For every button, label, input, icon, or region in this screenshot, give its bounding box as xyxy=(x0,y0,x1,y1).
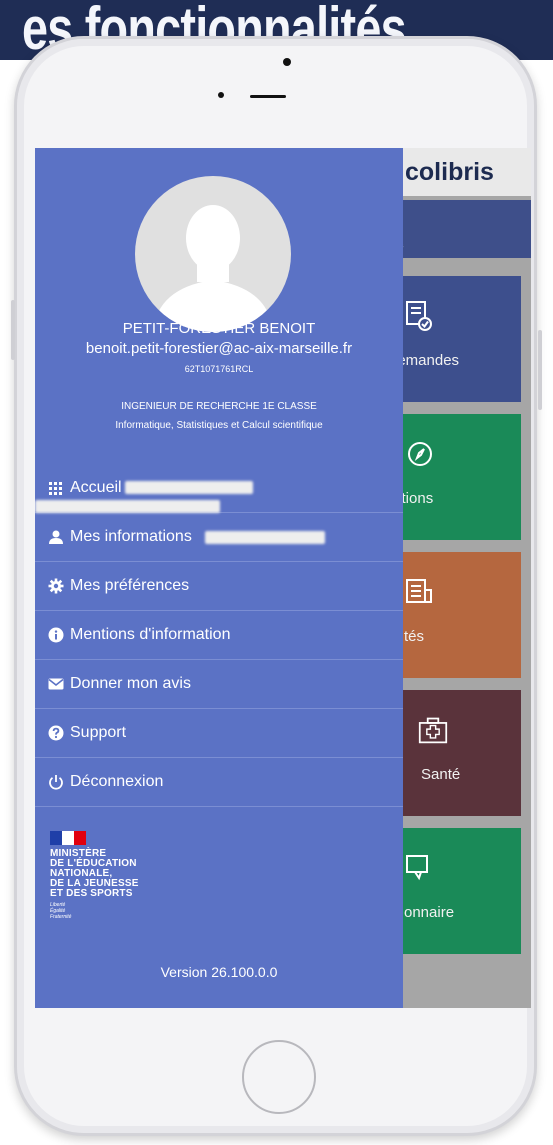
volume-button xyxy=(11,300,15,360)
chat-icon xyxy=(406,855,428,881)
compass-icon xyxy=(408,442,432,466)
user-grade: INGENIEUR DE RECHERCHE 1E CLASSE xyxy=(121,401,317,412)
menu-item-label: Mes informations xyxy=(70,528,192,545)
menu-item-label: Déconnexion xyxy=(70,773,164,790)
user-name: PETIT-FORESTIER BENOIT xyxy=(122,320,316,337)
medical-kit-icon xyxy=(418,717,448,744)
avatar xyxy=(135,176,291,332)
user-email: benoit.petit-forestier@ac-aix-marseille.… xyxy=(85,340,353,357)
ministry-name: MINISTÈRE DE L'ÉDUCATION NATIONALE, DE L… xyxy=(50,848,139,899)
grid-icon xyxy=(49,482,62,495)
user-department: Informatique, Statistiques et Calcul sci… xyxy=(115,420,323,431)
app-title: colibris xyxy=(405,158,494,186)
user-silhouette-icon xyxy=(153,205,273,332)
speaker-grille xyxy=(250,95,286,98)
menu-item-label: Donner mon avis xyxy=(70,675,191,692)
redaction-bar xyxy=(205,531,325,544)
french-flag-icon xyxy=(50,831,86,845)
menu-item-label: Accueil xyxy=(70,479,122,496)
ministry-logo: MINISTÈRE DE L'ÉDUCATION NATIONALE, DE L… xyxy=(50,831,139,920)
menu-item-deconnexion[interactable]: Déconnexion xyxy=(35,758,403,807)
document-icon xyxy=(406,579,432,603)
proximity-sensor xyxy=(218,92,224,98)
menu-item-mentions-information[interactable]: Mentions d'information xyxy=(35,611,403,660)
drawer-menu: Accueil Mes informations Mes préférences… xyxy=(35,464,403,807)
menu-item-accueil[interactable]: Accueil xyxy=(35,464,403,513)
info-icon xyxy=(48,627,64,643)
user-icon xyxy=(49,530,63,544)
power-icon xyxy=(49,775,63,790)
home-button[interactable] xyxy=(242,1040,316,1114)
menu-item-label: Mes préférences xyxy=(70,577,190,594)
menu-item-mes-preferences[interactable]: Mes préférences xyxy=(35,562,403,611)
user-id: 62T1071761RCL xyxy=(184,364,254,374)
camera-icon xyxy=(283,58,291,66)
redaction-bar xyxy=(125,481,253,494)
menu-item-label: Mentions d'information xyxy=(70,626,231,643)
mail-icon xyxy=(48,678,64,690)
app-version: Version 26.100.0.0 xyxy=(160,964,278,980)
app-screen: colibris s demandes tations alités xyxy=(35,148,531,1008)
tile-label: Santé xyxy=(421,766,461,783)
menu-item-label: Support xyxy=(70,724,127,741)
ministry-devise: Liberté Égalité Fraternité xyxy=(50,902,72,920)
menu-item-donner-avis[interactable]: Donner mon avis xyxy=(35,660,403,709)
redaction-bar xyxy=(35,500,220,513)
menu-item-mes-informations[interactable]: Mes informations xyxy=(35,513,403,562)
menu-item-support[interactable]: Support xyxy=(35,709,403,758)
gear-icon xyxy=(48,578,64,594)
form-check-icon xyxy=(406,301,432,331)
help-icon xyxy=(48,725,64,741)
power-side-button xyxy=(538,330,542,410)
navigation-drawer: PETIT-FORESTIER BENOIT benoit.petit-fore… xyxy=(35,148,403,1008)
